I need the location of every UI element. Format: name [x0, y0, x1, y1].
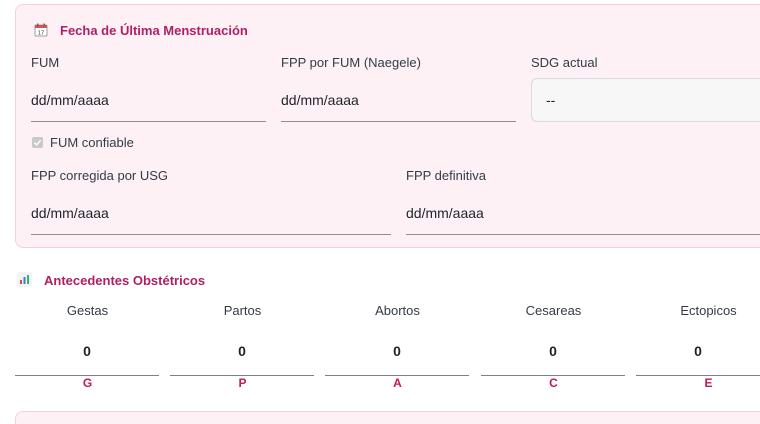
obstetric-gestas: Gestas 0 G: [15, 300, 160, 395]
obstetric-section-title: Antecedentes Obstétricos: [44, 273, 206, 288]
calendar-icon: 17: [34, 23, 48, 37]
sdg-readonly-field: --: [531, 78, 760, 122]
cesareas-input[interactable]: 0: [481, 332, 625, 376]
abortos-code: A: [393, 376, 402, 390]
fum-card: 17 Fecha de Última Menstruación FUM dd/m…: [15, 4, 760, 248]
check-icon: [33, 139, 42, 146]
gestas-code: G: [82, 376, 93, 390]
obstetric-partos: Partos 0 P: [170, 300, 315, 395]
cesareas-label: Cesareas: [525, 303, 582, 318]
fpp-definitiva-label: FPP definitiva: [406, 168, 486, 183]
fum-confiable-checkbox[interactable]: [32, 137, 43, 148]
fpp-fum-date-input[interactable]: dd/mm/aaaa: [281, 78, 516, 122]
fum-date-input[interactable]: dd/mm/aaaa: [31, 78, 266, 122]
obstetric-ectopicos: Ectopicos 0 E: [636, 300, 760, 395]
obstetric-cesareas: Cesareas 0 C: [481, 300, 626, 395]
cesareas-code: C: [549, 376, 558, 390]
fpp-definitiva-date-input[interactable]: dd/mm/aaaa: [406, 191, 760, 235]
fpp-fum-label: FPP por FUM (Naegele): [281, 55, 421, 70]
partos-input[interactable]: 0: [170, 332, 314, 376]
abortos-input[interactable]: 0: [325, 332, 469, 376]
obstetric-abortos: Abortos 0 A: [325, 300, 470, 395]
app-root: 17 Fecha de Última Menstruación FUM dd/m…: [0, 0, 760, 424]
ectopicos-code: E: [704, 376, 713, 390]
fum-section-title: Fecha de Última Menstruación: [60, 23, 248, 38]
partos-label: Partos: [223, 303, 262, 318]
gestas-input[interactable]: 0: [15, 332, 159, 376]
abortos-label: Abortos: [375, 303, 420, 318]
fpp-usg-date-input[interactable]: dd/mm/aaaa: [31, 191, 391, 235]
partos-code: P: [238, 376, 247, 390]
svg-text:17: 17: [38, 31, 44, 37]
sdg-label: SDG actual: [531, 55, 598, 70]
fum-label: FUM: [31, 55, 60, 70]
next-section-card: [15, 411, 760, 424]
fum-confiable-label: FUM confiable: [50, 135, 134, 150]
ectopicos-label: Ectopicos: [680, 303, 737, 318]
bar-chart-icon: [17, 272, 32, 287]
gestas-label: Gestas: [66, 303, 109, 318]
fpp-usg-label: FPP corregida por USG: [31, 168, 169, 183]
ectopicos-input[interactable]: 0: [636, 332, 760, 376]
